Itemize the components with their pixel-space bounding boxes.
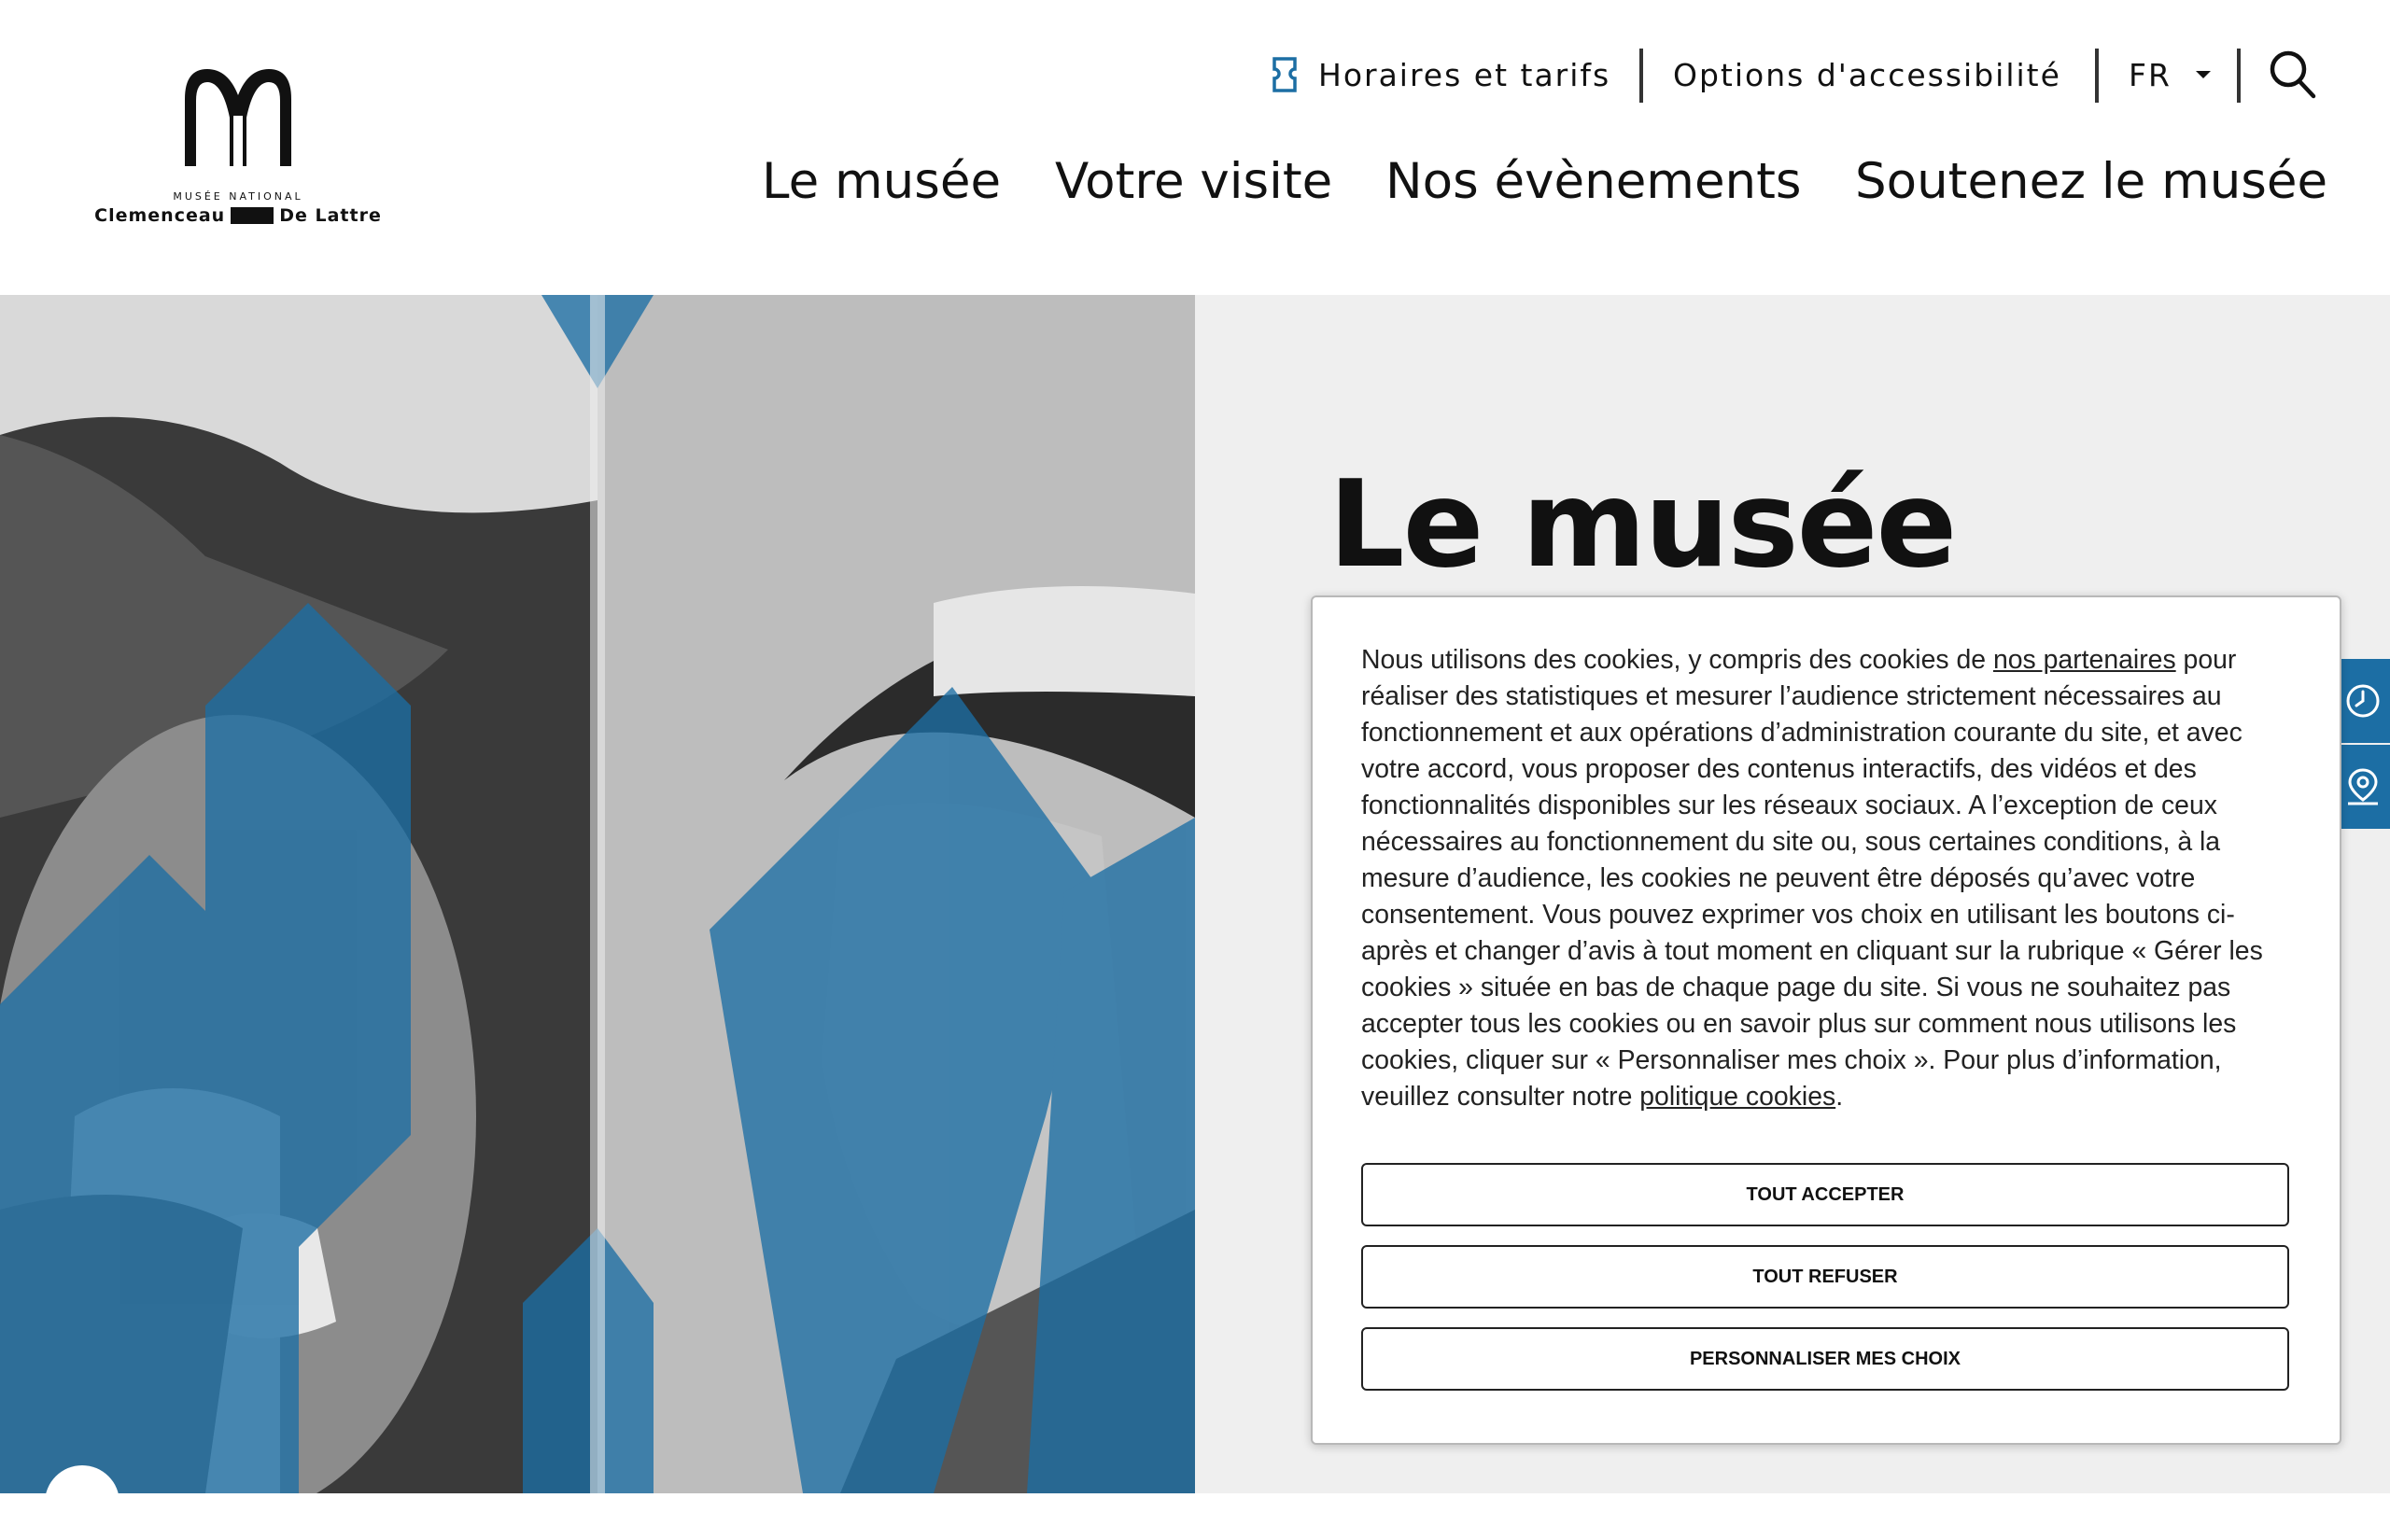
ticket-icon: [1272, 57, 1297, 92]
utility-divider: [2237, 49, 2241, 103]
hero-photo: [0, 295, 1195, 1493]
cookie-text-part: .: [1835, 1082, 1844, 1112]
nav-item-nos-evenements[interactable]: Nos évènements: [1385, 153, 1802, 210]
logo-mark-icon: [185, 69, 291, 166]
hero-image: [0, 295, 1195, 1493]
museum-logo[interactable]: MUSÉE NATIONAL Clemenceau De Lattre: [93, 62, 383, 239]
page-title: Le musée: [1329, 455, 1957, 595]
cookie-policy-link[interactable]: politique cookies: [1639, 1082, 1835, 1112]
accessibility-label: Options d'accessibilité: [1673, 56, 2061, 93]
nav-item-soutenez-le-musee[interactable]: Soutenez le musée: [1855, 153, 2327, 210]
side-tab-hours[interactable]: [2336, 659, 2390, 743]
logo-name-left: Clemenceau: [94, 205, 226, 226]
logo-name-right: De Lattre: [279, 205, 382, 226]
cookie-text-part: Nous utilisons des cookies, y compris de…: [1361, 645, 1993, 675]
utility-divider: [1639, 49, 1643, 103]
clock-icon: [2346, 684, 2380, 718]
side-tab-location[interactable]: [2336, 745, 2390, 829]
map-pin-icon: [2348, 768, 2378, 805]
language-selector[interactable]: FR: [2129, 47, 2213, 103]
caret-down-icon: [2195, 71, 2211, 78]
cookie-text: Nous utilisons des cookies, y compris de…: [1361, 642, 2295, 1115]
customize-choices-button[interactable]: PERSONNALISER MES CHOIX: [1361, 1327, 2289, 1391]
accessibility-link[interactable]: Options d'accessibilité: [1673, 47, 2061, 103]
logo-bar: [231, 207, 274, 224]
nav-item-le-musee[interactable]: Le musée: [762, 153, 1001, 210]
refuse-all-button[interactable]: TOUT REFUSER: [1361, 1245, 2289, 1309]
cookie-banner: Nous utilisons des cookies, y compris de…: [1311, 595, 2341, 1445]
logo-subtitle: MUSÉE NATIONAL: [173, 190, 303, 203]
hours-label: Horaires et tarifs: [1318, 56, 1611, 93]
utility-divider: [2095, 49, 2099, 103]
hours-link[interactable]: Horaires et tarifs: [1270, 47, 1610, 103]
search-icon: [2270, 50, 2316, 99]
site-header: MUSÉE NATIONAL Clemenceau De Lattre Horai…: [0, 0, 2390, 295]
accept-all-button[interactable]: TOUT ACCEPTER: [1361, 1163, 2289, 1226]
carousel-dot[interactable]: [45, 1465, 120, 1540]
cookie-text-part: pour réaliser des statistiques et mesure…: [1361, 645, 2263, 1112]
partners-link[interactable]: nos partenaires: [1993, 645, 2176, 675]
logo-name: Clemenceau De Lattre: [93, 205, 383, 226]
nav-item-votre-visite[interactable]: Votre visite: [1055, 153, 1332, 210]
language-label: FR: [2129, 56, 2172, 93]
search-button[interactable]: [2269, 47, 2317, 103]
